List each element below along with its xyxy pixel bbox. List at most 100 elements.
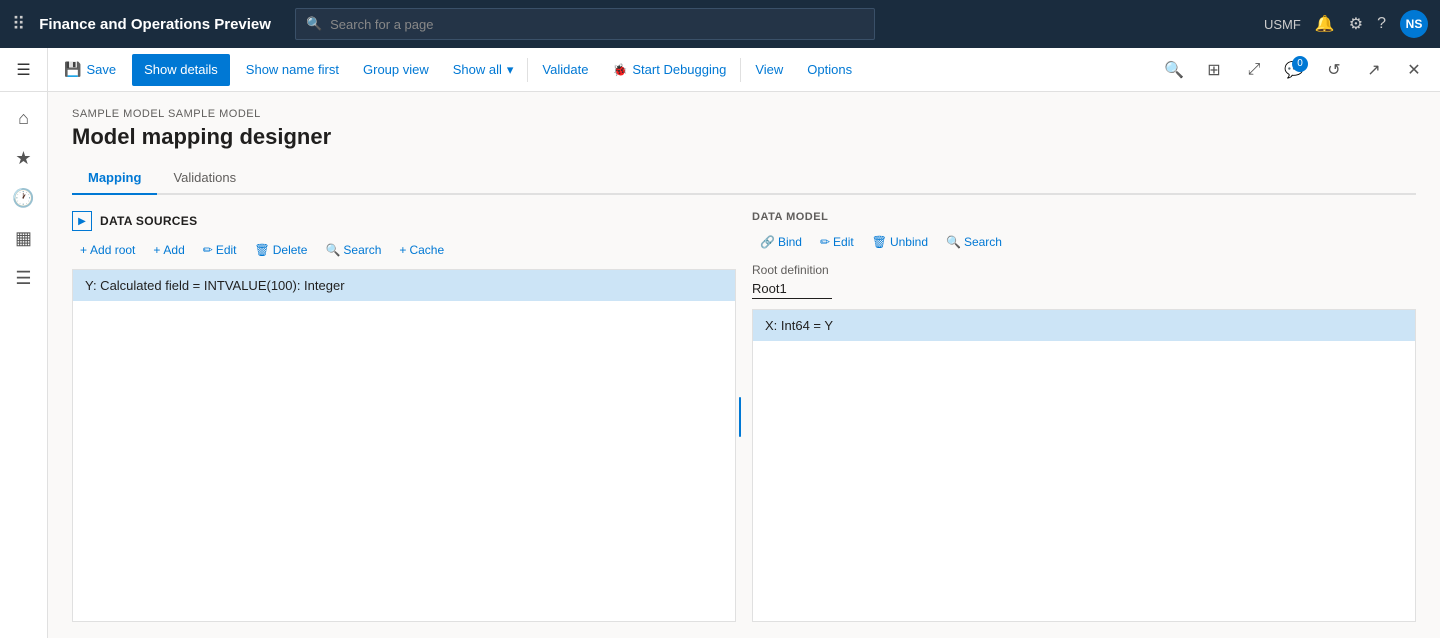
global-search-bar[interactable]: 🔍 bbox=[295, 8, 875, 40]
user-avatar[interactable]: NS bbox=[1400, 10, 1428, 38]
expand-button[interactable]: ⤢ bbox=[1236, 52, 1272, 88]
root-definition-section: Root definition Root1 bbox=[752, 263, 1416, 299]
home-icon: ⌂ bbox=[18, 108, 29, 129]
hamburger-button[interactable]: ☰ bbox=[0, 48, 48, 92]
unbind-button[interactable]: 🗑 Unbind bbox=[864, 231, 936, 253]
expand-icon: ⤢ bbox=[1248, 61, 1261, 79]
page-header: SAMPLE MODEL SAMPLE MODEL Model mapping … bbox=[48, 92, 1440, 162]
hamburger-icon: ☰ bbox=[16, 60, 30, 80]
unbind-icon: 🗑 bbox=[872, 235, 887, 249]
data-model-toolbar: 🔗 Bind ✏ Edit 🗑 Unbind 🔍 Search bbox=[752, 231, 1416, 253]
bind-icon: 🔗 bbox=[760, 235, 775, 249]
username-label: USMF bbox=[1264, 17, 1301, 32]
add-button[interactable]: + Add bbox=[145, 239, 192, 261]
search-icon: 🔍 bbox=[1164, 60, 1184, 80]
tab-validations[interactable]: Validations bbox=[157, 162, 252, 195]
start-debugging-button[interactable]: 🐞 Start Debugging bbox=[600, 48, 738, 92]
page-title: Model mapping designer bbox=[72, 124, 1416, 150]
refresh-button[interactable]: ↺ bbox=[1316, 52, 1352, 88]
edit-button[interactable]: ✏ Edit bbox=[195, 239, 245, 261]
save-icon: 💾 bbox=[64, 61, 81, 78]
delete-button[interactable]: 🗑 Delete bbox=[247, 239, 316, 261]
edit-dm-icon: ✏ bbox=[820, 235, 830, 249]
data-sources-header: ▶ DATA SOURCES bbox=[72, 211, 736, 231]
grid-icon: ▦ bbox=[15, 228, 32, 249]
content-area: SAMPLE MODEL SAMPLE MODEL Model mapping … bbox=[48, 92, 1440, 638]
group-view-button[interactable]: Group view bbox=[351, 48, 441, 92]
data-sources-title: DATA SOURCES bbox=[100, 214, 197, 228]
save-button[interactable]: 💾 Save bbox=[52, 48, 128, 92]
sidebar-item-recent[interactable]: 🕐 bbox=[6, 180, 42, 216]
data-model-tree[interactable]: X: Int64 = Y bbox=[752, 309, 1416, 622]
clock-icon: 🕐 bbox=[12, 188, 34, 209]
view-button[interactable]: View bbox=[743, 48, 795, 92]
separator-1 bbox=[527, 58, 528, 82]
edit-dm-button[interactable]: ✏ Edit bbox=[812, 231, 862, 253]
top-nav-right: USMF 🔔 ⚙ ? NS bbox=[1264, 10, 1428, 38]
left-sidebar: ⌂ ★ 🕐 ▦ ☰ bbox=[0, 92, 48, 638]
designer-area: ▶ DATA SOURCES + Add root + Add ✏ Edit bbox=[48, 195, 1440, 638]
cache-button[interactable]: + Cache bbox=[391, 239, 452, 261]
data-model-header: DATA MODEL bbox=[752, 211, 1416, 223]
separator-2 bbox=[740, 58, 741, 82]
plus-icon: + bbox=[80, 243, 87, 257]
grid-layout-icon: ⊞ bbox=[1207, 60, 1220, 80]
debug-icon: 🐞 bbox=[612, 63, 627, 77]
options-button[interactable]: Options bbox=[795, 48, 864, 92]
sidebar-item-home[interactable]: ⌂ bbox=[6, 100, 42, 136]
data-sources-tree[interactable]: Y: Calculated field = INTVALUE(100): Int… bbox=[72, 269, 736, 622]
close-icon: ✕ bbox=[1407, 60, 1420, 80]
external-link-icon: ↗ bbox=[1367, 60, 1380, 80]
close-button[interactable]: ✕ bbox=[1396, 52, 1432, 88]
divider-line bbox=[739, 397, 741, 437]
data-model-panel: DATA MODEL 🔗 Bind ✏ Edit 🗑 Unbind bbox=[752, 211, 1416, 622]
tabs: Mapping Validations bbox=[72, 162, 1416, 195]
star-icon: ★ bbox=[15, 148, 31, 169]
search-ds-button[interactable]: 🔍 Search bbox=[317, 239, 389, 261]
bind-button[interactable]: 🔗 Bind bbox=[752, 231, 810, 253]
global-search-input[interactable] bbox=[330, 17, 864, 32]
panel-divider[interactable] bbox=[736, 211, 744, 622]
settings-icon[interactable]: ⚙ bbox=[1349, 14, 1363, 34]
add-root-button[interactable]: + Add root bbox=[72, 239, 143, 261]
root-def-label: Root definition bbox=[752, 263, 1416, 277]
grid-layout-button[interactable]: ⊞ bbox=[1196, 52, 1232, 88]
show-details-button[interactable]: Show details bbox=[132, 54, 230, 86]
show-all-button[interactable]: Show all ▾ bbox=[441, 48, 526, 92]
search-icon: 🔍 bbox=[325, 243, 340, 257]
search-button[interactable]: 🔍 bbox=[1156, 52, 1192, 88]
top-navigation: ⠿ Finance and Operations Preview 🔍 USMF … bbox=[0, 0, 1440, 48]
root-def-value: Root1 bbox=[752, 281, 832, 299]
breadcrumb: SAMPLE MODEL SAMPLE MODEL bbox=[72, 108, 1416, 120]
command-bar: ☰ 💾 Save Show details Show name first Gr… bbox=[0, 48, 1440, 92]
search-dm-button[interactable]: 🔍 Search bbox=[938, 231, 1010, 253]
data-sources-panel: ▶ DATA SOURCES + Add root + Add ✏ Edit bbox=[72, 211, 736, 622]
tab-mapping[interactable]: Mapping bbox=[72, 162, 157, 195]
show-name-first-button[interactable]: Show name first bbox=[234, 48, 351, 92]
search-icon: 🔍 bbox=[306, 16, 322, 32]
expand-panel-button[interactable]: ▶ bbox=[72, 211, 92, 231]
search-dm-icon: 🔍 bbox=[946, 235, 961, 249]
main-layout: ⌂ ★ 🕐 ▦ ☰ SAMPLE MODEL SAMPLE MODEL Mode… bbox=[0, 92, 1440, 638]
plus-icon-2: + bbox=[153, 243, 160, 257]
sidebar-item-modules[interactable]: ☰ bbox=[6, 260, 42, 296]
edit-icon: ✏ bbox=[203, 243, 213, 257]
modules-icon: ☰ bbox=[15, 268, 31, 289]
badge-count: 0 bbox=[1292, 56, 1308, 72]
refresh-icon: ↺ bbox=[1327, 60, 1340, 80]
external-link-button[interactable]: ↗ bbox=[1356, 52, 1392, 88]
badge-container: 💬 0 bbox=[1276, 52, 1312, 88]
tree-item[interactable]: Y: Calculated field = INTVALUE(100): Int… bbox=[73, 270, 735, 301]
help-icon[interactable]: ? bbox=[1377, 15, 1386, 33]
cache-icon: + bbox=[399, 243, 406, 257]
app-title: Finance and Operations Preview bbox=[39, 16, 271, 33]
delete-icon: 🗑 bbox=[255, 243, 270, 257]
validate-button[interactable]: Validate bbox=[530, 48, 600, 92]
sidebar-item-workspaces[interactable]: ▦ bbox=[6, 220, 42, 256]
notification-icon[interactable]: 🔔 bbox=[1315, 14, 1335, 34]
dm-tree-item[interactable]: X: Int64 = Y bbox=[753, 310, 1415, 341]
sidebar-item-favorites[interactable]: ★ bbox=[6, 140, 42, 176]
data-sources-toolbar: + Add root + Add ✏ Edit 🗑 Delete bbox=[72, 239, 736, 261]
command-bar-right: 🔍 ⊞ ⤢ 💬 0 ↺ ↗ ✕ bbox=[1156, 52, 1432, 88]
grid-icon[interactable]: ⠿ bbox=[12, 14, 25, 35]
